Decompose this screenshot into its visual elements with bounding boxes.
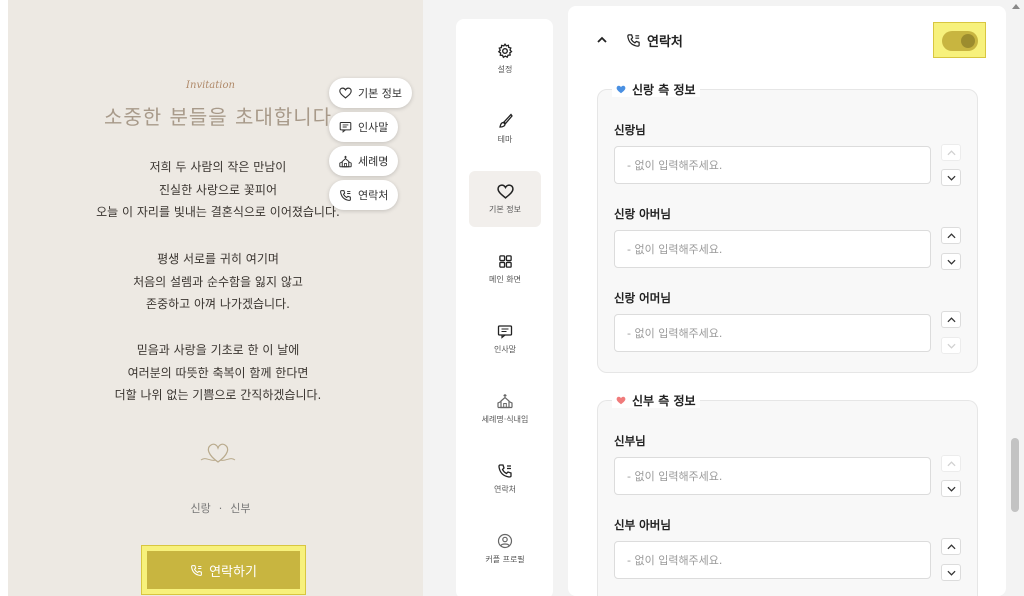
nav-item-theme[interactable]: 테마 xyxy=(469,101,541,157)
greeting-line: 존중하고 아껴 나가겠습니다. xyxy=(146,297,290,311)
section-enable-toggle[interactable] xyxy=(942,31,978,51)
groom-mother-field-label: 신랑 어머님 xyxy=(614,291,671,305)
chevron-up-icon xyxy=(946,149,956,155)
quick-menu-contact[interactable]: 연락처 xyxy=(329,180,399,210)
greeting-paragraph-3: 믿음과 사랑을 기초로 한 이 날에 여러분의 따뜻한 축복이 함께 한다면 더… xyxy=(8,339,423,407)
phone-icon xyxy=(498,464,512,478)
contact-button-highlight: 연락하기 xyxy=(141,545,306,595)
chevron-up-icon[interactable] xyxy=(596,34,608,46)
message-icon xyxy=(339,122,352,133)
heart-icon xyxy=(496,183,514,199)
nav-item-contact[interactable]: 연락처 xyxy=(469,451,541,507)
chevron-up-icon xyxy=(946,543,956,549)
nav-item-couple-profile[interactable]: 커플 프로필 xyxy=(469,521,541,577)
greeting-line: 여러분의 따뜻한 축복이 함께 한다면 xyxy=(127,365,309,380)
message-icon xyxy=(497,324,513,339)
nav-item-basic-info[interactable]: 기본 정보 xyxy=(469,171,541,227)
phone-icon xyxy=(191,564,202,576)
heart-icon xyxy=(339,87,352,99)
greeting-line: 처음의 설렘과 순수함을 잃지 않고 xyxy=(133,274,303,289)
move-up-button[interactable] xyxy=(941,311,961,328)
nav-item-main-screen[interactable]: 메인 화면 xyxy=(469,241,541,297)
quick-menu-label: 연락처 xyxy=(358,189,389,202)
groom-mother-phone-input[interactable] xyxy=(614,314,931,352)
greeting-paragraph-2: 평생 서로를 귀히 여기며 처음의 설렘과 순수함을 잃지 않고 존중하고 아껴… xyxy=(8,248,423,316)
phone-icon xyxy=(627,33,640,47)
chevron-up-icon xyxy=(946,316,956,322)
quick-menu-label: 기본 정보 xyxy=(358,87,402,100)
toggle-knob xyxy=(961,34,975,48)
chevron-down-icon xyxy=(946,259,956,265)
move-down-button[interactable] xyxy=(941,253,961,270)
move-up-button[interactable] xyxy=(941,227,961,244)
chevron-down-icon xyxy=(946,570,956,576)
groom-father-phone-input[interactable] xyxy=(614,230,931,268)
gear-icon xyxy=(497,43,513,59)
contact-button[interactable]: 연락하기 xyxy=(147,551,300,589)
nav-item-label: 설정 xyxy=(497,65,513,74)
move-down-button[interactable] xyxy=(941,169,961,186)
nav-item-label: 커플 프로필 xyxy=(485,555,525,564)
quick-menu-label: 세례명 xyxy=(358,155,389,168)
move-down-button[interactable] xyxy=(941,337,961,354)
move-down-button[interactable] xyxy=(941,480,961,497)
nav-item-settings[interactable]: 설정 xyxy=(469,31,541,87)
profile-icon xyxy=(497,533,513,549)
bride-phone-input[interactable] xyxy=(614,457,931,495)
church-icon xyxy=(339,155,352,167)
section-header[interactable]: 연락처 xyxy=(596,28,683,52)
church-icon xyxy=(497,394,513,409)
groom-label: 신랑 xyxy=(190,502,211,515)
quick-menu-greeting[interactable]: 인사말 xyxy=(329,112,399,142)
chevron-up-icon xyxy=(946,460,956,466)
nav-item-label: 기본 정보 xyxy=(489,204,521,214)
groom-phone-input[interactable] xyxy=(614,146,931,184)
nav-item-baptismal-name[interactable]: 세례명·식내임 xyxy=(469,381,541,437)
move-up-button[interactable] xyxy=(941,455,961,472)
editor-nav: 설정 테마 기본 정보 메인 화면 인사말 세례명·식내임 연락처 커플 프로필 xyxy=(456,19,553,596)
nav-item-label: 테마 xyxy=(497,135,513,144)
nav-item-greeting[interactable]: 인사말 xyxy=(469,311,541,367)
contact-button-label: 연락하기 xyxy=(209,563,257,579)
quick-menu-baptismal-name[interactable]: 세례명 xyxy=(329,146,399,176)
nav-item-label: 메인 화면 xyxy=(489,274,521,284)
groom-father-field-label: 신랑 아버님 xyxy=(614,207,671,221)
move-up-button[interactable] xyxy=(941,538,961,555)
grid-icon xyxy=(498,254,512,268)
section-toggle-highlight xyxy=(933,22,986,58)
bride-info-title: 신부 측 정보 xyxy=(632,393,696,408)
section-title: 연락처 xyxy=(647,34,683,50)
move-down-button[interactable] xyxy=(941,564,961,581)
scroll-up-arrow-icon[interactable] xyxy=(1011,2,1021,10)
heart-icon xyxy=(616,85,626,93)
scrollbar-thumb[interactable] xyxy=(1011,438,1019,512)
brush-icon xyxy=(499,113,513,128)
chevron-up-icon xyxy=(946,232,956,238)
heart-icon xyxy=(616,396,626,404)
groom-info-legend: 신랑 측 정보 xyxy=(612,81,700,97)
quick-menu-label: 인사말 xyxy=(358,121,389,134)
move-up-button[interactable] xyxy=(941,144,961,161)
couple-names: 신랑 · 신부 xyxy=(190,502,251,515)
phone-icon xyxy=(340,189,351,201)
heart-ornament-icon xyxy=(200,443,236,463)
greeting-line: 믿음과 사랑을 기초로 한 이 날에 xyxy=(136,343,300,357)
bride-father-field-label: 신부 아버님 xyxy=(614,518,671,532)
chevron-down-icon xyxy=(946,343,956,349)
quick-menu-basic-info[interactable]: 기본 정보 xyxy=(329,78,412,108)
nav-item-label: 인사말 xyxy=(493,344,517,354)
groom-info-title: 신랑 측 정보 xyxy=(632,82,696,97)
bride-field-label: 신부님 xyxy=(614,434,646,448)
bride-label: 신부 xyxy=(230,502,251,515)
nav-item-label: 세례명·식내임 xyxy=(481,415,529,424)
chevron-down-icon xyxy=(946,486,956,492)
groom-field-label: 신랑님 xyxy=(614,123,646,137)
greeting-line: 평생 서로를 귀히 여기며 xyxy=(157,252,279,266)
chevron-down-icon xyxy=(946,175,956,181)
greeting-line: 더할 나위 없는 기쁨으로 간직하겠습니다. xyxy=(114,388,322,402)
bride-father-phone-input[interactable] xyxy=(614,541,931,579)
bride-info-legend: 신부 측 정보 xyxy=(612,392,700,408)
nav-item-label: 연락처 xyxy=(493,485,517,494)
